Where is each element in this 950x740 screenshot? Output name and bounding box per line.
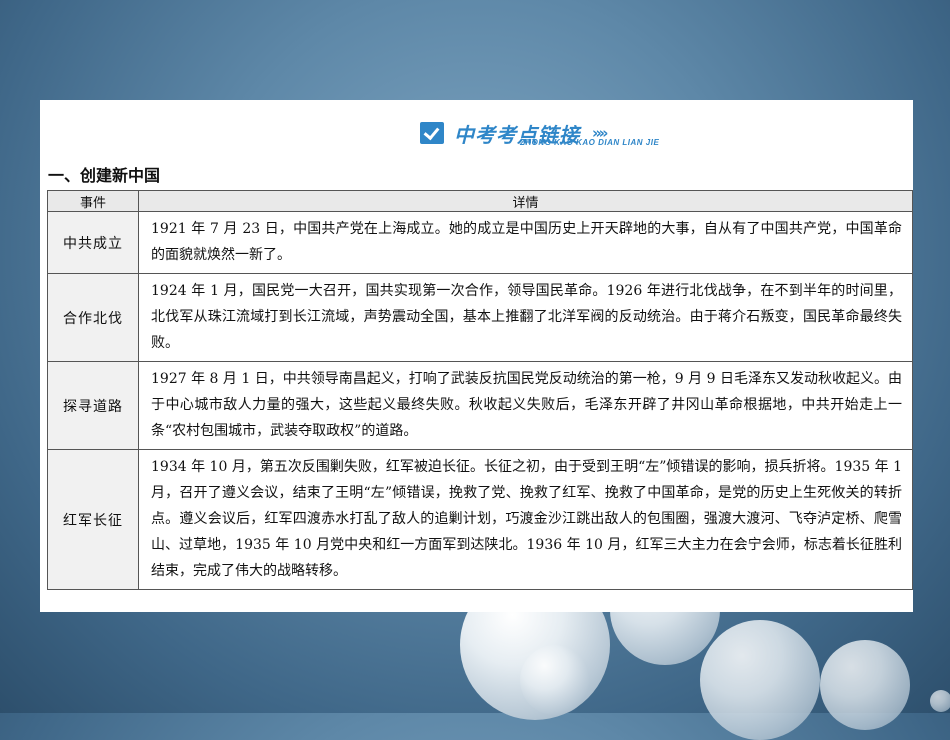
table-row: 探寻道路 1927 年 8 月 1 日，中共领导南昌起义，打响了武装反抗国民党反…: [47, 361, 913, 450]
table-header-row: 事件 详情: [47, 190, 913, 212]
table-row: 合作北伐 1924 年 1 月，国民党一大召开，国共实现第一次合作，领导国民革命…: [47, 273, 913, 362]
checkmark-icon: [420, 122, 444, 144]
events-table: 事件 详情 中共成立 1921 年 7 月 23 日，中国共产党在上海成立。她的…: [47, 190, 913, 590]
background-bubble: [930, 690, 950, 712]
event-cell: 中共成立: [47, 211, 139, 274]
header-detail: 详情: [138, 190, 913, 212]
background-bubble: [520, 645, 590, 715]
table-row: 中共成立 1921 年 7 月 23 日，中国共产党在上海成立。她的成立是中国历…: [47, 211, 913, 274]
content-card: 中考考点链接 »» ZHONG KAO KAO DIAN LIAN JIE 一、…: [40, 100, 913, 612]
background-bubble: [700, 620, 820, 740]
background-bubble: [820, 640, 910, 730]
table-row: 红军长征 1934 年 10 月，第五次反围剿失败，红军被迫长征。长征之初，由于…: [47, 449, 913, 590]
banner-subtitle: ZHONG KAO KAO DIAN LIAN JIE: [520, 138, 660, 147]
section-title: 一、创建新中国: [48, 166, 161, 185]
detail-cell: 1934 年 10 月，第五次反围剿失败，红军被迫长征。长征之初，由于受到王明“…: [138, 449, 913, 590]
event-cell: 合作北伐: [47, 273, 139, 362]
detail-cell: 1924 年 1 月，国民党一大召开，国共实现第一次合作，领导国民革命。1926…: [138, 273, 913, 362]
event-cell: 红军长征: [47, 449, 139, 590]
detail-cell: 1927 年 8 月 1 日，中共领导南昌起义，打响了武装反抗国民党反动统治的第…: [138, 361, 913, 450]
detail-cell: 1921 年 7 月 23 日，中国共产党在上海成立。她的成立是中国历史上开天辟…: [138, 211, 913, 274]
header-event: 事件: [47, 190, 139, 212]
event-cell: 探寻道路: [47, 361, 139, 450]
